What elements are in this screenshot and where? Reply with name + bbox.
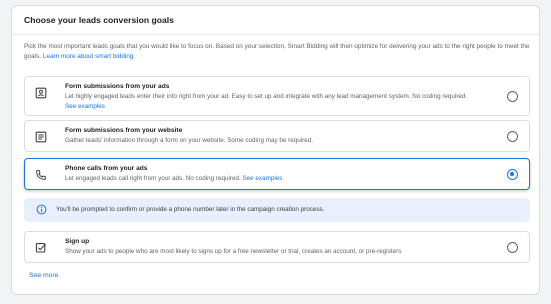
option-title: Phone calls from your ads: [65, 165, 148, 172]
radio-button[interactable]: [507, 242, 518, 253]
option-phone-calls[interactable]: Phone calls from your ads Let engaged le…: [24, 158, 530, 190]
card-header: Choose your leads conversion goals: [12, 6, 539, 35]
radio-button[interactable]: [507, 131, 518, 142]
radio-button[interactable]: [507, 91, 518, 102]
see-examples-link[interactable]: See examples: [242, 175, 282, 182]
phone-icon: [35, 169, 47, 181]
option-subtitle-text: Let engaged leads call right from your a…: [65, 175, 241, 182]
see-more-link[interactable]: See more: [29, 272, 58, 279]
info-banner: You'll be prompted to confirm or provide…: [24, 198, 530, 222]
option-subtitle-text: Let highly engaged leads enter their inf…: [65, 93, 468, 100]
option-subtitle: Let engaged leads call right from your a…: [65, 174, 517, 184]
option-form-submissions-website[interactable]: Form submissions from your website Gathe…: [24, 120, 530, 152]
option-title: Form submissions from your ads: [65, 83, 170, 90]
conversion-goals-card: Choose your leads conversion goals Pick …: [11, 5, 540, 295]
learn-more-link[interactable]: Learn more about smart bidding: [43, 53, 134, 60]
option-form-submissions-ads[interactable]: Form submissions from your ads Let highl…: [24, 76, 530, 116]
card-description: Pick the most important leads goals that…: [24, 42, 534, 62]
radio-button-selected[interactable]: [507, 169, 518, 180]
form-icon: [35, 87, 47, 99]
info-icon: [36, 204, 47, 215]
card-title: Choose your leads conversion goals: [24, 15, 174, 25]
option-sign-up[interactable]: Sign up Show your ads to people who are …: [24, 231, 530, 263]
option-subtitle: Let highly engaged leads enter their inf…: [65, 92, 517, 112]
option-subtitle: Gather leads' information through a form…: [65, 137, 313, 144]
option-subtitle: Show your ads to people who are most lik…: [65, 248, 402, 255]
signup-checkbox-icon: [35, 242, 47, 254]
option-title: Sign up: [65, 238, 90, 245]
option-title: Form submissions from your website: [65, 127, 183, 134]
website-form-icon: [35, 131, 47, 143]
see-examples-link[interactable]: See examples: [65, 103, 105, 110]
info-banner-text: You'll be prompted to confirm or provide…: [56, 206, 325, 213]
